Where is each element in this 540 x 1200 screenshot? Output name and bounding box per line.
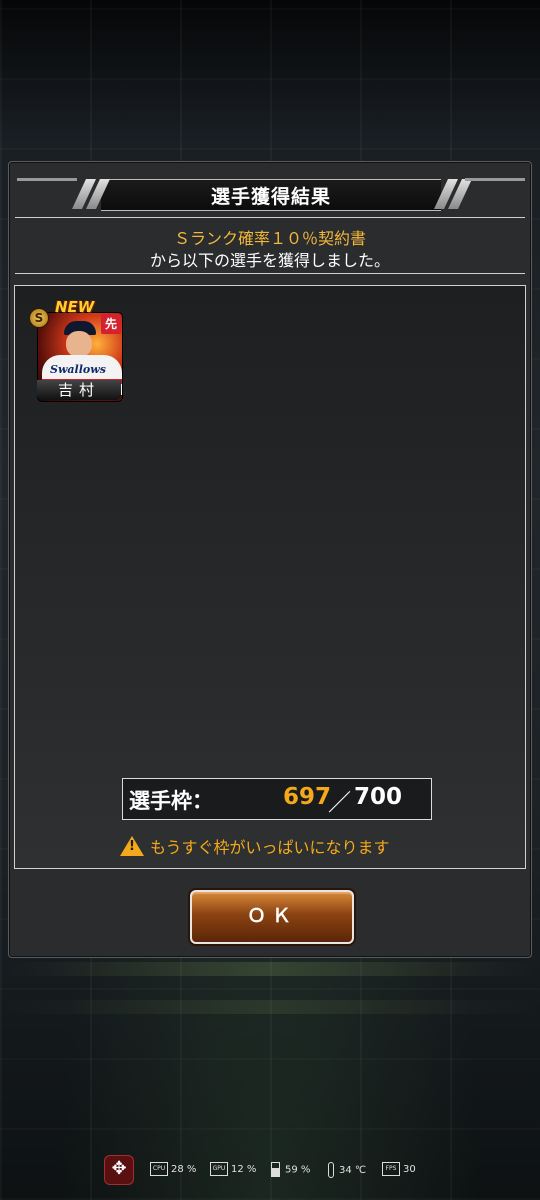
temperature-value: 34 ℃: [339, 1165, 367, 1176]
team-logo: Swallows: [50, 363, 106, 376]
rank-badge: S: [29, 308, 49, 328]
new-badge: NEW: [55, 298, 95, 316]
cpu-icon: CPU: [150, 1162, 168, 1176]
roster-current-count: 697: [283, 784, 332, 810]
move-icon[interactable]: ✥: [104, 1155, 134, 1185]
thermometer-icon: [328, 1162, 334, 1178]
result-message: から以下の選手を獲得しました。: [149, 251, 390, 270]
fps-icon: FPS: [382, 1162, 400, 1176]
divider: [15, 217, 525, 218]
title-line-right: [465, 178, 525, 181]
temperature-stat: 34 ℃: [328, 1162, 366, 1178]
position-badge: 先: [101, 314, 121, 334]
player-head: [66, 331, 92, 357]
player-name: 吉村: [37, 380, 121, 400]
fps-stat: FPS 30: [382, 1162, 416, 1176]
warning-text: もうすぐ枠がいっぱいになります: [150, 838, 390, 857]
cpu-stat: CPU 28 %: [150, 1162, 196, 1176]
gpu-value: 12 %: [231, 1164, 257, 1175]
warning-icon-mark: !: [129, 839, 135, 854]
performance-overlay: ✥ CPU 28 % GPU 12 % 59 % 34 ℃ FPS 30: [104, 1155, 434, 1185]
acquisition-result-dialog: 選手獲得結果 Ｓランク確率１０％契約書 から以下の選手を獲得しました。 Swal…: [8, 161, 532, 958]
player-card[interactable]: Swallows 吉村 S NEW 先: [29, 298, 127, 404]
ok-button[interactable]: ＯＫ: [190, 890, 354, 944]
title-line-left: [17, 178, 77, 181]
gpu-icon: GPU: [210, 1162, 228, 1176]
dialog-title-bar: 選手獲得結果: [71, 179, 472, 211]
divider: [15, 273, 525, 274]
roster-slot-label: 選手枠：: [129, 789, 213, 813]
field-stripe: [0, 1000, 540, 1014]
field-stripe: [0, 962, 540, 976]
roster-separator: ／: [328, 790, 351, 816]
fps-value: 30: [403, 1164, 416, 1175]
roster-slot-box: 選手枠： 697 ／ 700: [122, 778, 432, 820]
battery-stat: 59 %: [271, 1162, 310, 1177]
roster-max-count: 700: [354, 784, 403, 810]
gpu-stat: GPU 12 %: [210, 1162, 256, 1176]
dialog-title: 選手獲得結果: [210, 186, 331, 208]
battery-icon: [271, 1162, 280, 1177]
battery-value: 59 %: [285, 1164, 311, 1176]
cpu-value: 28 %: [171, 1164, 197, 1175]
acquired-players-panel: Swallows 吉村 S NEW 先 選手枠： 697 ／ 700 ! もうす…: [14, 285, 526, 869]
contract-name: Ｓランク確率１０％契約書: [173, 229, 366, 248]
